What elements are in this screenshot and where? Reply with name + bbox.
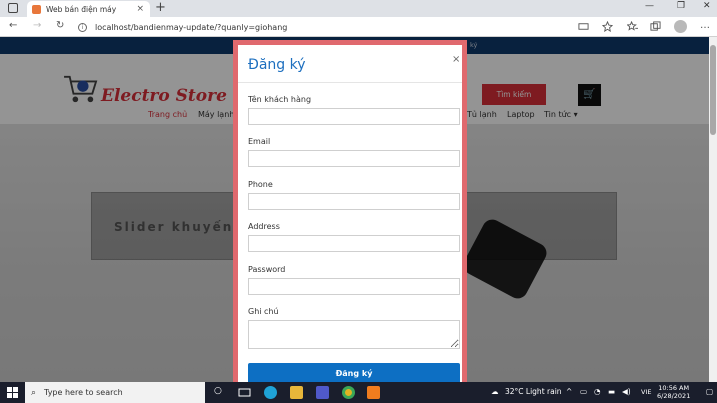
windows-start-icon[interactable] [7, 387, 18, 398]
email-label: Email [248, 137, 271, 146]
back-arrow-icon[interactable]: ← [9, 20, 17, 31]
taskbar-clock[interactable]: 10:56 AM 6/28/2021 [657, 384, 690, 400]
browser-tab-strip: Web bán điện máy × + — ❐ ✕ [0, 0, 717, 17]
refresh-icon[interactable]: ↻ [56, 20, 64, 31]
taskbar-search-box[interactable]: ⌕ Type here to search [25, 382, 205, 403]
tab-close-icon[interactable]: × [136, 4, 144, 14]
register-modal: Đăng ký × Tên khách hàng Email Phone Add… [233, 40, 467, 385]
password-label: Password [248, 265, 286, 274]
address-label: Address [248, 222, 280, 231]
address-input[interactable] [248, 235, 460, 252]
favorites-icon[interactable] [627, 21, 638, 32]
file-explorer-icon[interactable] [290, 386, 303, 399]
site-info-icon[interactable]: i [78, 22, 87, 32]
modal-divider [238, 82, 462, 83]
phone-label: Phone [248, 180, 273, 189]
favicon-icon [32, 4, 41, 14]
modal-close-icon[interactable]: × [452, 54, 460, 65]
close-window-button[interactable]: ✕ [703, 1, 711, 11]
url-text: localhost/bandienmay-update/?quanly=gioh… [95, 22, 288, 32]
new-tab-button[interactable]: + [155, 0, 166, 15]
notification-icon[interactable]: ▢ [706, 387, 713, 396]
browser-tab[interactable]: Web bán điện máy × [27, 1, 150, 17]
customer-name-label: Tên khách hàng [248, 95, 312, 104]
add-favorite-icon[interactable] [602, 21, 613, 32]
edge-icon[interactable] [264, 386, 277, 399]
show-hidden-icons[interactable]: ^ [566, 387, 572, 396]
weather-text[interactable]: 32°C Light rain [505, 387, 562, 396]
xampp-icon[interactable] [367, 386, 380, 399]
address-toolbar: ← → ↻ i localhost/bandienmay-update/?qua… [0, 17, 717, 37]
taskbar-search-placeholder: Type here to search [44, 388, 123, 397]
phone-input[interactable] [248, 193, 460, 210]
scrollbar-thumb[interactable] [710, 45, 716, 135]
collections-icon[interactable] [650, 21, 661, 32]
clock-date: 6/28/2021 [657, 392, 691, 400]
cortana-icon[interactable]: ○ [214, 386, 222, 396]
more-menu-icon[interactable]: … [700, 20, 710, 31]
weather-icon[interactable]: ☁ [491, 387, 499, 396]
modal-title: Đăng ký [248, 57, 306, 73]
tab-title: Web bán điện máy [46, 4, 117, 14]
email-input[interactable] [248, 150, 460, 167]
read-aloud-icon[interactable] [578, 21, 589, 32]
address-bar[interactable]: i localhost/bandienmay-update/?quanly=gi… [78, 20, 558, 34]
page-scrollbar[interactable] [709, 37, 717, 382]
note-label: Ghi chú [248, 307, 279, 316]
chrome-icon[interactable] [342, 386, 355, 399]
battery-icon[interactable]: ▬ [608, 387, 615, 396]
search-icon: ⌕ [31, 387, 37, 398]
windows-taskbar: ⌕ Type here to search ○ ☁ 32°C Light rai… [0, 382, 717, 403]
task-view-icon[interactable] [238, 386, 251, 399]
clock-time: 10:56 AM [658, 384, 690, 392]
minimize-button[interactable]: — [645, 1, 654, 11]
input-language[interactable]: VIE [641, 388, 651, 396]
forward-arrow-icon[interactable]: → [33, 20, 41, 31]
network-icon[interactable]: ▭ [580, 387, 587, 396]
window-menu-icon[interactable] [8, 3, 18, 13]
password-input[interactable] [248, 278, 460, 295]
volume-icon[interactable]: ◀) [622, 387, 631, 396]
note-textarea[interactable] [248, 320, 460, 349]
profile-avatar[interactable] [674, 20, 687, 33]
maximize-button[interactable]: ❐ [677, 1, 685, 11]
teams-icon[interactable] [316, 386, 329, 399]
customer-name-input[interactable] [248, 108, 460, 125]
wifi-icon[interactable]: ◔ [594, 387, 601, 396]
